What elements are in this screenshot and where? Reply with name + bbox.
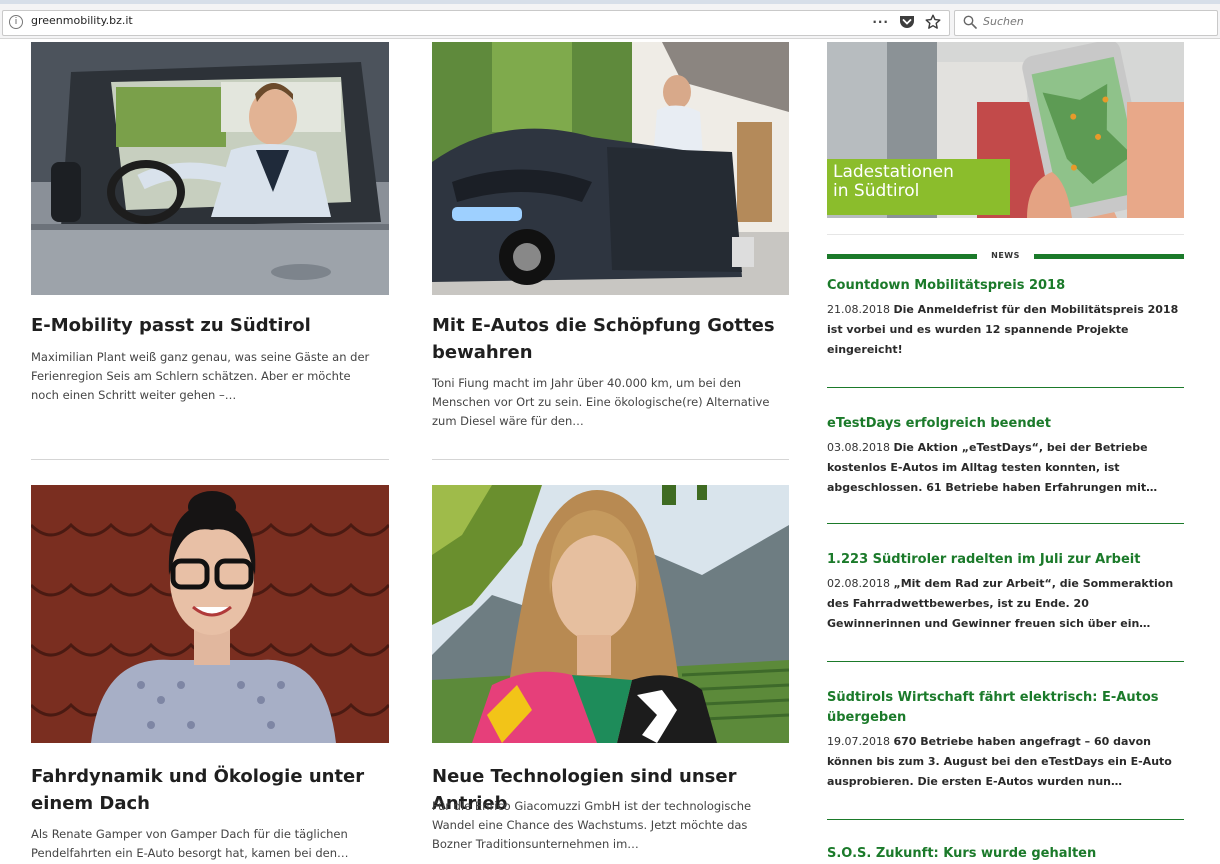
- news-item-3-date: 02.08.2018: [827, 577, 890, 590]
- article-1-excerpt: Maximilian Plant weiß ganz genau, was se…: [31, 350, 370, 402]
- page-actions: ···: [872, 12, 941, 32]
- news-heading: NEWS: [827, 249, 1184, 265]
- article-4-photo[interactable]: [432, 485, 789, 743]
- search-icon: [963, 15, 977, 29]
- sidebar-divider: [827, 234, 1184, 235]
- bookmark-star-icon[interactable]: [925, 14, 941, 30]
- banner-line-1: Ladestationen: [833, 162, 954, 182]
- pocket-icon[interactable]: [899, 15, 915, 29]
- news-item-3-title[interactable]: 1.223 Südtiroler radelten im Juli zur Ar…: [827, 550, 1187, 570]
- news-item-4-text: 19.07.2018 670 Betriebe haben angefragt …: [827, 732, 1184, 792]
- news-separator: [827, 387, 1184, 388]
- news-item-1-title[interactable]: Countdown Mobilitätspreis 2018: [827, 276, 1187, 296]
- news-item-1-text: 21.08.2018 Die Anmeldefrist für den Mobi…: [827, 300, 1184, 360]
- search-bar[interactable]: Suchen: [954, 10, 1218, 36]
- more-icon[interactable]: ···: [872, 15, 889, 29]
- article-1-title[interactable]: E-Mobility passt zu Südtirol: [31, 312, 401, 339]
- news-item-1-date: 21.08.2018: [827, 303, 890, 316]
- article-4-excerpt: Für die Enrico Giacomuzzi GmbH ist der t…: [432, 799, 752, 851]
- url-text[interactable]: greenmobility.bz.it: [31, 14, 133, 27]
- news-item-4-title[interactable]: Südtirols Wirtschaft fährt elektrisch: E…: [827, 688, 1187, 728]
- news-separator: [827, 819, 1184, 820]
- news-separator: [827, 661, 1184, 662]
- news-item-2-title[interactable]: eTestDays erfolgreich beendet: [827, 414, 1187, 434]
- article-1-photo[interactable]: [31, 42, 389, 295]
- article-2-title[interactable]: Mit E-Autos die Schöpfung Gottes bewahre…: [432, 312, 802, 366]
- article-3-photo[interactable]: [31, 485, 389, 743]
- news-item-4-date: 19.07.2018: [827, 735, 890, 748]
- article-separator: [31, 459, 389, 460]
- banner-caption: Ladestationen in Südtirol: [833, 163, 954, 201]
- banner-line-2: in Südtirol: [833, 181, 920, 201]
- article-2-photo[interactable]: [432, 42, 789, 295]
- news-item-2-text: 03.08.2018 Die Aktion „eTestDays“, bei d…: [827, 438, 1184, 498]
- news-item-5-title[interactable]: S.O.S. Zukunft: Kurs wurde gehalten: [827, 844, 1187, 864]
- article-2-excerpt: Toni Fiung macht im Jahr über 40.000 km,…: [432, 376, 770, 428]
- address-bar[interactable]: i greenmobility.bz.it ···: [2, 10, 950, 36]
- site-info-icon[interactable]: i: [9, 15, 23, 29]
- news-separator: [827, 523, 1184, 524]
- article-3-title[interactable]: Fahrdynamik und Ökologie unter einem Dac…: [31, 763, 401, 817]
- article-3-excerpt: Als Renate Gamper von Gamper Dach für di…: [31, 827, 349, 860]
- article-separator: [432, 459, 789, 460]
- news-item-3-text: 02.08.2018 „Mit dem Rad zur Arbeit“, die…: [827, 574, 1184, 634]
- charging-stations-banner[interactable]: Ladestationen in Südtirol: [827, 42, 1184, 218]
- search-placeholder: Suchen: [983, 15, 1024, 28]
- news-item-2-date: 03.08.2018: [827, 441, 890, 454]
- news-bar-right: [1034, 254, 1184, 259]
- browser-toolbar: i greenmobility.bz.it ··· Suchen: [0, 4, 1220, 39]
